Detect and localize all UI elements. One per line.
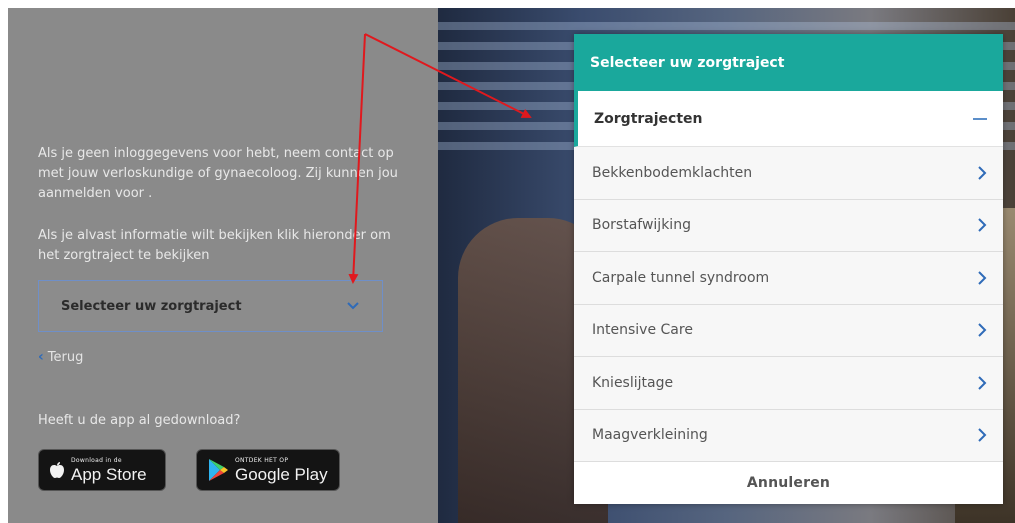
list-item[interactable]: Carpale tunnel syndroom bbox=[574, 252, 1003, 305]
google-play-small-text: ONTDEK HET OP bbox=[235, 456, 289, 464]
list-item[interactable]: Maagverkleining bbox=[574, 409, 1003, 462]
list-item[interactable]: Intensive Care bbox=[574, 304, 1003, 357]
page: Als je geen inloggegevens voor hebt, nee… bbox=[8, 8, 1015, 523]
list-item-label: Bekkenbodemklachten bbox=[592, 164, 753, 181]
window-blind-stripe bbox=[438, 22, 1015, 30]
section-header-zorgtrajecten[interactable]: Zorgtrajecten bbox=[574, 91, 1003, 147]
intro-text: Als je geen inloggegevens voor hebt, nee… bbox=[38, 146, 398, 201]
app-store-small-text: Download in de bbox=[71, 456, 122, 464]
left-panel: Als je geen inloggegevens voor hebt, nee… bbox=[8, 8, 438, 523]
list-item[interactable]: Borstafwijking bbox=[574, 199, 1003, 252]
apple-icon bbox=[50, 462, 64, 478]
list-item-label: Carpale tunnel syndroom bbox=[592, 269, 770, 286]
list-item-label: Intensive Care bbox=[592, 322, 693, 339]
google-play-icon bbox=[209, 459, 228, 481]
chevron-right-icon bbox=[978, 428, 987, 442]
chevron-right-icon bbox=[978, 323, 987, 337]
list-item-label: Knieslijtage bbox=[592, 374, 674, 391]
chevron-left-icon: ‹ bbox=[38, 349, 44, 365]
google-play-text: Google Play bbox=[235, 464, 328, 484]
list-item-label: Maagverkleining bbox=[592, 427, 708, 444]
zorgtraject-select-label: Selecteer uw zorgtraject bbox=[61, 298, 242, 314]
app-store-text: App Store bbox=[71, 464, 147, 484]
list-item-label: Borstafwijking bbox=[592, 217, 691, 234]
list-item[interactable]: Knieslijtage bbox=[574, 357, 1003, 410]
cancel-button[interactable]: Annuleren bbox=[574, 462, 1003, 503]
back-link[interactable]: ‹ Terug bbox=[38, 349, 83, 365]
chevron-down-icon bbox=[347, 302, 359, 310]
zorgtraject-modal: Selecteer uw zorgtraject Zorgtrajecten B… bbox=[574, 34, 1003, 504]
google-play-badge[interactable]: ONTDEK HET OP Google Play bbox=[196, 449, 340, 491]
modal-title: Selecteer uw zorgtraject bbox=[574, 34, 1003, 91]
info-text: Als je alvast informatie wilt bekijken k… bbox=[38, 228, 391, 263]
chevron-right-icon bbox=[978, 376, 987, 390]
collapse-minus-icon bbox=[973, 117, 987, 120]
zorgtraject-select[interactable]: Selecteer uw zorgtraject bbox=[38, 280, 383, 332]
cancel-label: Annuleren bbox=[746, 474, 831, 491]
app-question: Heeft u de app al gedownload? bbox=[38, 413, 241, 428]
chevron-right-icon bbox=[978, 271, 987, 285]
back-label: Terug bbox=[47, 349, 84, 365]
section-label: Zorgtrajecten bbox=[594, 110, 703, 127]
app-store-badge[interactable]: Download in de App Store bbox=[38, 449, 166, 491]
chevron-right-icon bbox=[978, 218, 987, 232]
chevron-right-icon bbox=[978, 166, 987, 180]
list-item[interactable]: Bekkenbodemklachten bbox=[574, 147, 1003, 200]
